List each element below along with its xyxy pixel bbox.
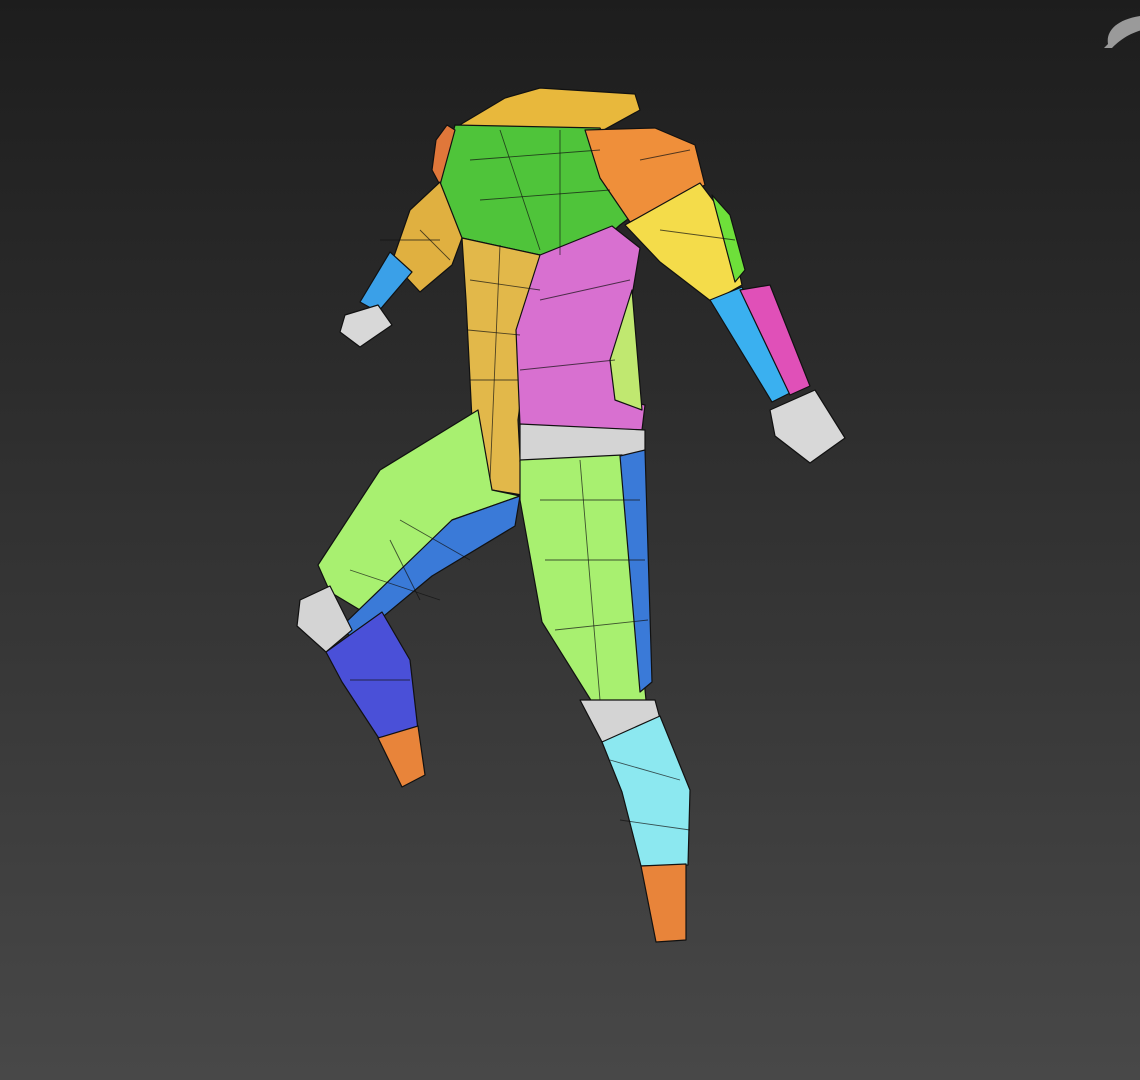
character-mesh[interactable] xyxy=(0,0,1140,1080)
viewcube-ring-icon[interactable] xyxy=(1100,14,1140,56)
mesh-part-shin-r[interactable] xyxy=(601,715,691,867)
mesh-part-foot-r[interactable] xyxy=(640,863,687,943)
3d-viewport[interactable] xyxy=(0,0,1140,1080)
mesh-part-hand-r[interactable] xyxy=(769,389,846,464)
mesh-part-hand-l[interactable] xyxy=(339,304,393,348)
